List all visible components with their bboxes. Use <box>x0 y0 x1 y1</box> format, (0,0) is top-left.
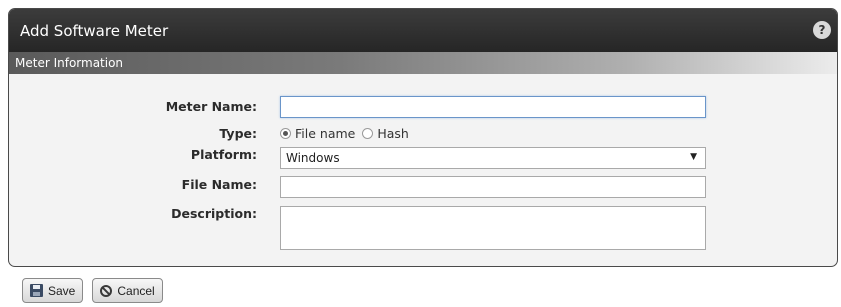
save-button[interactable]: Save <box>22 278 84 303</box>
dialog-titlebar: Add Software Meter ? <box>9 9 837 52</box>
dialog-title: Add Software Meter <box>20 21 169 40</box>
description-label: Description: <box>171 206 257 221</box>
dialog-buttons: Save Cancel <box>22 278 163 303</box>
file-name-label: File Name: <box>181 177 257 192</box>
platform-selected-value: Windows <box>286 151 340 165</box>
meter-name-label: Meter Name: <box>165 99 257 114</box>
floppy-disk-icon <box>30 284 43 297</box>
dropdown-arrow-icon: ▼ <box>690 152 697 162</box>
meter-name-input[interactable] <box>280 96 706 118</box>
file-name-input[interactable] <box>280 176 706 198</box>
cancel-circle-icon <box>100 284 113 297</box>
type-label: Type: <box>219 126 257 141</box>
type-radio-group: File name Hash <box>280 126 409 141</box>
add-software-meter-dialog: Add Software Meter ? Meter Information M… <box>8 8 838 267</box>
platform-label: Platform: <box>190 147 257 162</box>
section-header: Meter Information <box>9 52 837 74</box>
hash-radio[interactable] <box>362 128 374 139</box>
description-textarea[interactable] <box>280 206 706 250</box>
file-name-radio[interactable] <box>280 128 291 139</box>
cancel-button[interactable]: Cancel <box>92 278 163 303</box>
save-button-label: Save <box>48 283 76 298</box>
file-name-option-label[interactable]: File name <box>295 126 355 141</box>
section-title: Meter Information <box>15 56 124 70</box>
help-icon[interactable]: ? <box>813 21 831 39</box>
cancel-button-label: Cancel <box>117 283 155 298</box>
hash-option-label[interactable]: Hash <box>377 126 409 141</box>
platform-select[interactable]: Windows ▼ <box>280 147 706 169</box>
